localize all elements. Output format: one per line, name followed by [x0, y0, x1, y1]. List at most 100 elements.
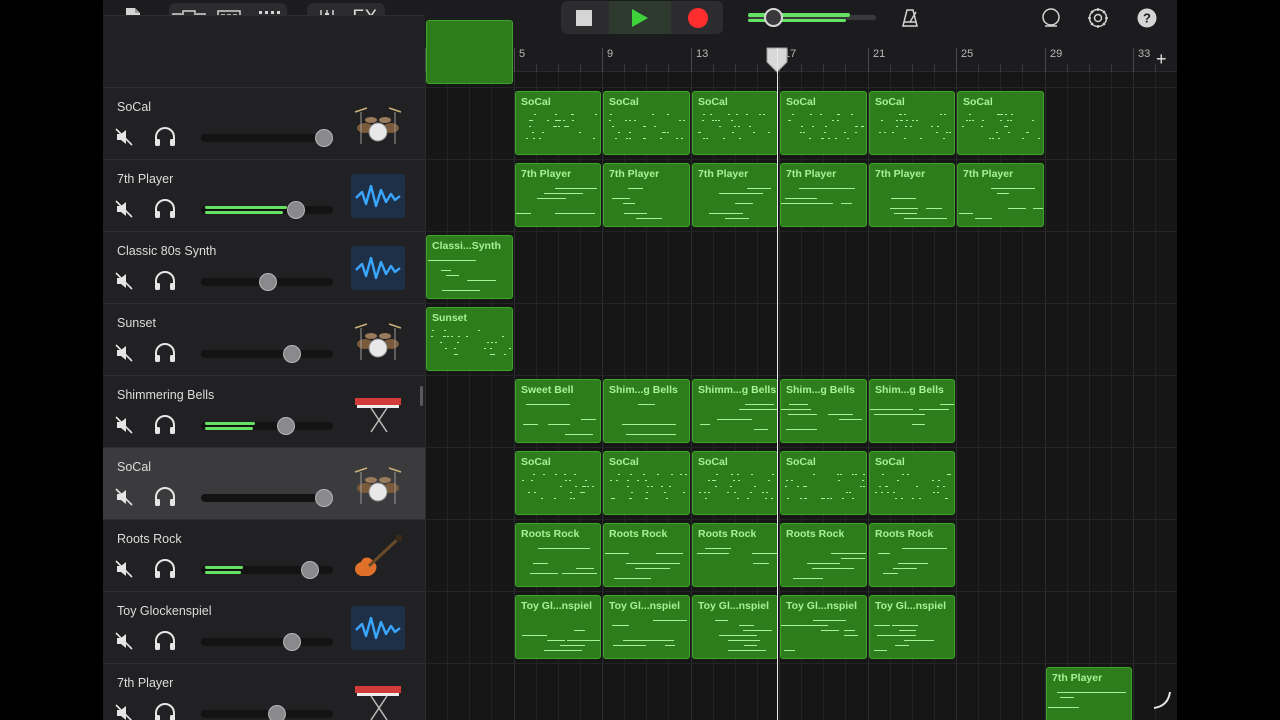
- guitar-icon[interactable]: [351, 534, 405, 578]
- region[interactable]: SoCal: [869, 451, 955, 515]
- volume-knob[interactable]: [301, 561, 319, 579]
- solo-headphones-icon[interactable]: [153, 415, 177, 435]
- region[interactable]: Toy Gl...nspiel: [869, 595, 955, 659]
- mute-icon[interactable]: [115, 344, 133, 362]
- region[interactable]: Toy Gl...nspiel: [515, 595, 601, 659]
- drums-icon[interactable]: [351, 318, 405, 362]
- track-header[interactable]: Toy Glockenspiel: [103, 591, 425, 663]
- settings-icon[interactable]: [1086, 3, 1110, 33]
- stop-button[interactable]: [569, 3, 599, 33]
- region-partial[interactable]: [426, 20, 513, 84]
- region[interactable]: Roots Rock: [780, 523, 867, 587]
- track-header[interactable]: SoCal: [103, 447, 425, 519]
- mute-icon[interactable]: [115, 488, 133, 506]
- volume-knob[interactable]: [283, 345, 301, 363]
- waveform-icon[interactable]: [351, 246, 405, 290]
- play-button[interactable]: [625, 3, 655, 33]
- solo-headphones-icon[interactable]: [153, 559, 177, 579]
- volume-slider-track[interactable]: [201, 710, 333, 718]
- timeline-area[interactable]: SoCal SoCal SoCal SoCal SoCal SoCal 7th Player…: [425, 20, 1177, 720]
- master-volume-knob[interactable]: [764, 8, 783, 27]
- region[interactable]: Roots Rock: [692, 523, 778, 587]
- keyboard-icon[interactable]: [351, 390, 405, 434]
- header-resize-handle[interactable]: [420, 386, 423, 406]
- timeline-ruler[interactable]: 159131721252933: [425, 36, 1177, 72]
- region[interactable]: Shim...g Bells: [603, 379, 690, 443]
- track-header-partial[interactable]: [103, 15, 425, 87]
- region[interactable]: SoCal: [692, 451, 778, 515]
- loop-browser-icon[interactable]: [1039, 3, 1063, 33]
- track-header[interactable]: Sunset: [103, 303, 425, 375]
- region[interactable]: 7th Player: [869, 163, 955, 227]
- mute-icon[interactable]: [115, 560, 133, 578]
- solo-headphones-icon[interactable]: [153, 271, 177, 291]
- region[interactable]: SoCal: [869, 91, 955, 155]
- region[interactable]: SoCal: [515, 451, 601, 515]
- region[interactable]: SoCal: [780, 91, 867, 155]
- region[interactable]: Classi...Synth: [426, 235, 513, 299]
- region[interactable]: 7th Player: [515, 163, 601, 227]
- volume-slider-track[interactable]: [201, 350, 333, 358]
- region[interactable]: 7th Player: [1046, 667, 1132, 720]
- volume-knob[interactable]: [283, 633, 301, 651]
- region[interactable]: Roots Rock: [603, 523, 690, 587]
- solo-headphones-icon[interactable]: [153, 487, 177, 507]
- region[interactable]: 7th Player: [780, 163, 867, 227]
- record-button[interactable]: [683, 3, 713, 33]
- region[interactable]: Toy Gl...nspiel: [603, 595, 690, 659]
- track-header[interactable]: Classic 80s Synth: [103, 231, 425, 303]
- solo-headphones-icon[interactable]: [153, 343, 177, 363]
- solo-headphones-icon[interactable]: [153, 127, 177, 147]
- region[interactable]: SoCal: [603, 451, 690, 515]
- region[interactable]: 7th Player: [692, 163, 778, 227]
- region[interactable]: SoCal: [515, 91, 601, 155]
- region[interactable]: Shim...g Bells: [780, 379, 867, 443]
- region[interactable]: Shimm...g Bells: [692, 379, 778, 443]
- track-header[interactable]: SoCal: [103, 87, 425, 159]
- volume-knob[interactable]: [315, 129, 333, 147]
- region[interactable]: SoCal: [780, 451, 867, 515]
- volume-knob[interactable]: [315, 489, 333, 507]
- resize-corner-icon[interactable]: [1152, 690, 1172, 710]
- region[interactable]: SoCal: [692, 91, 778, 155]
- region[interactable]: 7th Player: [957, 163, 1044, 227]
- volume-knob[interactable]: [277, 417, 295, 435]
- volume-slider-track[interactable]: [201, 494, 333, 502]
- region[interactable]: Shim...g Bells: [869, 379, 955, 443]
- metronome-icon[interactable]: [898, 3, 922, 33]
- track-header[interactable]: Roots Rock: [103, 519, 425, 591]
- volume-slider-track[interactable]: [201, 638, 333, 646]
- volume-knob[interactable]: [268, 705, 286, 720]
- volume-knob[interactable]: [259, 273, 277, 291]
- help-icon[interactable]: ?: [1135, 3, 1159, 33]
- drums-icon[interactable]: [351, 102, 405, 146]
- track-header[interactable]: 7th Player: [103, 663, 425, 720]
- region[interactable]: 7th Player: [603, 163, 690, 227]
- region[interactable]: Sunset: [426, 307, 513, 371]
- waveform-icon[interactable]: [351, 174, 405, 218]
- volume-knob[interactable]: [287, 201, 305, 219]
- region[interactable]: Toy Gl...nspiel: [692, 595, 778, 659]
- waveform-icon[interactable]: [351, 606, 405, 650]
- keyboard-icon[interactable]: [351, 678, 405, 720]
- region[interactable]: Sweet Bell: [515, 379, 601, 443]
- solo-headphones-icon[interactable]: [153, 199, 177, 219]
- track-header[interactable]: Shimmering Bells: [103, 375, 425, 447]
- add-section-button[interactable]: +: [1156, 50, 1167, 68]
- region[interactable]: Roots Rock: [869, 523, 955, 587]
- region[interactable]: SoCal: [603, 91, 690, 155]
- mute-icon[interactable]: [115, 128, 133, 146]
- mute-icon[interactable]: [115, 272, 133, 290]
- mute-icon[interactable]: [115, 416, 133, 434]
- drums-icon[interactable]: [351, 462, 405, 506]
- mute-icon[interactable]: [115, 632, 133, 650]
- solo-headphones-icon[interactable]: [153, 703, 177, 720]
- solo-headphones-icon[interactable]: [153, 631, 177, 651]
- region[interactable]: Toy Gl...nspiel: [780, 595, 867, 659]
- volume-slider-track[interactable]: [201, 134, 333, 142]
- track-header[interactable]: 7th Player: [103, 159, 425, 231]
- mute-icon[interactable]: [115, 200, 133, 218]
- mute-icon[interactable]: [115, 704, 133, 720]
- region[interactable]: Roots Rock: [515, 523, 601, 587]
- region[interactable]: SoCal: [957, 91, 1044, 155]
